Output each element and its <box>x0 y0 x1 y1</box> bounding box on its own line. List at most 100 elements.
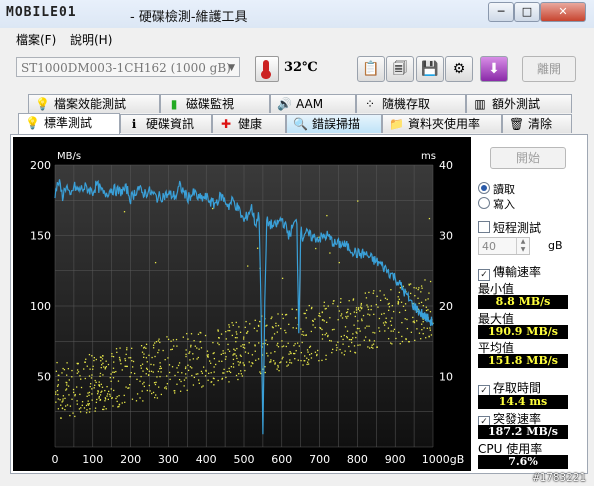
short-test-checkbox[interactable]: 短程測試 <box>478 219 541 236</box>
access-time-point <box>185 355 187 358</box>
download-icon[interactable]: ⬇ <box>480 56 508 82</box>
access-time-point <box>364 292 367 294</box>
access-time-point <box>74 415 76 418</box>
access-time-point <box>194 345 196 347</box>
access-time-point <box>218 343 220 346</box>
access-time-point <box>310 352 313 355</box>
access-time-point <box>307 361 309 363</box>
transfer-rate-checkbox[interactable]: ✓ 傳輸速率 <box>478 263 541 281</box>
access-time-point <box>239 362 241 364</box>
access-time-point <box>85 404 88 407</box>
access-time-point <box>125 386 127 388</box>
access-time-point <box>106 386 108 388</box>
y-right-tick-label: 10 <box>439 371 453 384</box>
access-time-point <box>285 332 287 334</box>
menu-help[interactable]: 說明(H) <box>70 31 112 48</box>
access-time-point <box>183 385 185 387</box>
access-time-point <box>76 372 78 374</box>
access-time-point <box>141 351 144 353</box>
access-time-point <box>71 369 73 372</box>
access-time-point <box>88 353 91 356</box>
access-time-point <box>290 352 292 354</box>
tab-health[interactable]: ✚ 健康 <box>212 114 286 133</box>
access-time-point <box>347 315 349 317</box>
y-left-tick-label: 100 <box>30 300 51 313</box>
access-time-point <box>410 331 413 333</box>
access-time-point <box>136 378 138 381</box>
spinner-arrows-icon[interactable]: ▲ ▼ <box>516 238 529 254</box>
tab-info[interactable]: ℹ 硬碟資訊 <box>120 114 212 133</box>
access-time-point <box>361 319 363 322</box>
copy-text-icon[interactable]: 📋 <box>357 56 385 82</box>
access-time-point <box>426 327 428 329</box>
access-time-point <box>409 292 412 295</box>
access-time-point <box>342 338 344 341</box>
access-time-point <box>224 358 227 360</box>
access-time-point <box>182 336 184 338</box>
tab-aam[interactable]: 🔊 AAM <box>270 94 356 113</box>
access-time-point <box>185 366 187 368</box>
access-time-point <box>199 341 201 343</box>
access-time-point <box>418 332 421 334</box>
access-time-point <box>206 354 208 356</box>
access-time-point <box>281 340 283 342</box>
access-time-point <box>68 379 70 381</box>
access-time-point <box>276 344 278 346</box>
tab-extra-tests[interactable]: ▥ 額外測試 <box>466 94 572 113</box>
access-time-point <box>217 342 219 344</box>
access-time-point <box>353 311 355 313</box>
access-time-point <box>373 290 375 292</box>
exit-button[interactable]: 離開 <box>522 56 576 82</box>
access-time-point <box>57 379 59 381</box>
tab-file-benchmark[interactable]: 💡 檔案效能測試 <box>28 94 160 113</box>
access-time-point <box>271 316 273 318</box>
access-time-point <box>414 339 416 342</box>
close-button[interactable]: ✕ <box>540 2 586 22</box>
write-radio[interactable]: 寫入 <box>478 196 515 212</box>
menu-file[interactable]: 檔案(F) <box>16 31 56 48</box>
tab-benchmark[interactable]: 💡 標準測試 <box>18 113 120 134</box>
access-time-point <box>357 200 359 202</box>
drive-select[interactable]: ST1000DM003-1CH162 (1000 gB) ▼ <box>16 57 240 77</box>
access-time-point <box>367 313 369 315</box>
access-time-point <box>232 366 235 368</box>
access-time-point <box>331 329 334 331</box>
tab-error-scan[interactable]: 🔍 錯誤掃描 <box>286 114 382 133</box>
access-time-point <box>55 401 57 403</box>
tab-folder-usage[interactable]: 📁 資料夾使用率 <box>382 114 502 133</box>
tab-disk-monitor[interactable]: ▮ 磁碟監視 <box>160 94 270 113</box>
tab-random-access[interactable]: ⁘ 隨機存取 <box>356 94 466 113</box>
access-time-point <box>308 359 310 361</box>
maximize-button[interactable]: □ <box>514 2 540 22</box>
access-time-point <box>210 372 212 374</box>
access-time-point <box>234 337 237 339</box>
access-time-point <box>104 368 106 370</box>
access-time-point <box>329 339 331 342</box>
tab-erase[interactable]: 🗑 清除 <box>502 114 572 133</box>
short-test-size-input[interactable]: 40 ▲ ▼ <box>478 237 530 255</box>
access-time-point <box>100 360 102 362</box>
access-time-point <box>143 381 145 384</box>
read-radio[interactable]: 讀取 <box>478 181 515 197</box>
access-time-point <box>372 347 374 349</box>
access-time-point <box>61 407 64 409</box>
access-time-point <box>278 370 280 372</box>
access-time-point <box>309 345 312 347</box>
start-button[interactable]: 開始 <box>490 147 566 169</box>
access-time-point <box>76 362 78 365</box>
save-icon[interactable]: 💾 <box>416 56 444 82</box>
access-time-point <box>125 365 127 368</box>
minimize-button[interactable]: ─ <box>488 2 514 22</box>
options-icon[interactable]: ⚙ <box>445 56 473 82</box>
access-time-point <box>420 338 422 340</box>
access-time-point <box>271 336 273 339</box>
access-time-point <box>325 307 327 310</box>
access-time-point <box>363 339 365 341</box>
access-time-point <box>166 383 169 385</box>
copy-image-icon[interactable]: 🗐 <box>386 56 414 82</box>
x-tick-label: 400 <box>196 453 217 466</box>
access-time-point <box>264 366 266 368</box>
access-time-point <box>167 357 169 359</box>
access-time-point <box>198 348 200 350</box>
access-time-point <box>166 375 168 377</box>
